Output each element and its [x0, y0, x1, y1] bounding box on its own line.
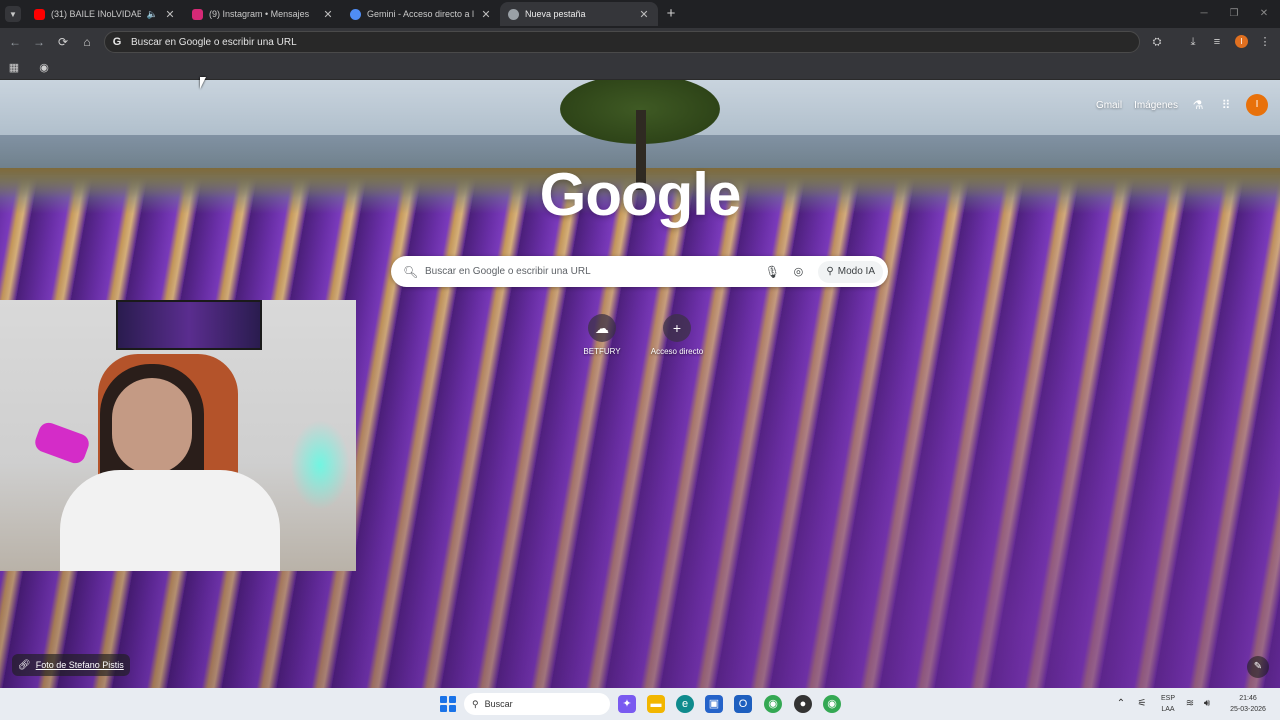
- chrome-icon[interactable]: ◉: [764, 695, 782, 713]
- maximize-icon[interactable]: ❐: [1226, 6, 1242, 22]
- labs-flask-icon[interactable]: ⚗: [1190, 97, 1206, 113]
- tab-gemini[interactable]: Gemini - Acceso directo a la IA ✕: [342, 2, 500, 26]
- webcam-face: [112, 378, 192, 474]
- tray-chevron-icon[interactable]: ⌃: [1114, 695, 1128, 713]
- address-bar[interactable]: G Buscar en Google o escribir una URL: [104, 31, 1140, 53]
- photo-credit-text: Foto de Stefano Pistis: [35, 660, 124, 670]
- chrome-active-icon[interactable]: ◉: [823, 695, 841, 713]
- outlook-icon[interactable]: O: [734, 695, 752, 713]
- volume-icon[interactable]: 🔊︎: [1200, 695, 1214, 713]
- ai-search-icon: ⚲: [826, 266, 834, 277]
- gemini-icon: [350, 8, 361, 20]
- webcam-led-light: [290, 420, 350, 510]
- mouse-cursor: [200, 77, 206, 89]
- apps-grid-icon[interactable]: ▦: [6, 60, 22, 76]
- home-icon[interactable]: ⌂: [78, 33, 96, 51]
- obs-icon[interactable]: ●: [794, 695, 812, 713]
- link-icon: 🔗︎: [18, 659, 31, 671]
- system-clock[interactable]: 21:46 25-03-2026: [1222, 693, 1274, 715]
- language-indicator[interactable]: ESP LAA: [1158, 693, 1178, 715]
- reload-icon[interactable]: ⟳: [54, 33, 72, 51]
- windows-start-icon[interactable]: [440, 696, 456, 712]
- google-g-icon: G: [112, 36, 122, 48]
- gmail-link[interactable]: Gmail: [1096, 100, 1122, 111]
- forward-arrow-icon[interactable]: →: [30, 33, 48, 51]
- copilot-icon[interactable]: ✦: [618, 695, 636, 713]
- clock-date: 25-03-2026: [1230, 706, 1266, 713]
- language-code: ESP: [1160, 695, 1175, 702]
- tab-instagram[interactable]: (9) Instagram • Mensajes ✕: [184, 2, 342, 26]
- close-tab-icon[interactable]: ✕: [322, 8, 334, 21]
- shortcut-betfury[interactable]: ☁ BETFURY: [570, 314, 634, 356]
- more-menu-icon[interactable]: ⋮: [1256, 33, 1274, 51]
- globe-icon[interactable]: ◉: [36, 60, 52, 76]
- windows-taskbar: ⚲ Buscar ✦ ▬ e ▣ O ◉ ● ◉ ⌃ ⚟ ESP LAA ≋ 🔊…: [0, 688, 1280, 720]
- tab-title: Nueva pestaña: [525, 9, 586, 19]
- webcam-shelf: [116, 300, 262, 350]
- tab-search-button[interactable]: ▼: [5, 6, 21, 22]
- speaker-icon[interactable]: 🔈: [147, 9, 158, 20]
- microphone-icon[interactable]: 🎙︎: [764, 265, 780, 279]
- google-lens-icon[interactable]: ◎: [790, 265, 806, 278]
- address-bar-text: Buscar en Google o escribir una URL: [131, 36, 297, 48]
- photo-credit-link[interactable]: 🔗︎ Foto de Stefano Pistis: [12, 654, 130, 676]
- betfury-icon: ☁: [588, 314, 616, 342]
- new-tab-button[interactable]: +: [662, 5, 680, 23]
- instagram-icon: [192, 8, 203, 20]
- ai-mode-button[interactable]: ⚲ Modo IA: [818, 260, 883, 283]
- webcam-microphone: [32, 420, 92, 466]
- language-layout: LAA: [1161, 706, 1175, 713]
- shortcut-label: Acceso directo: [650, 347, 704, 356]
- tab-strip: ▼ (31) BAILE INoLVIDABLE - Yo 🔈 ✕ (9) In…: [0, 0, 1280, 28]
- tab-new-tab[interactable]: Nueva pestaña ✕: [500, 2, 658, 26]
- ai-mode-label: Modo IA: [837, 266, 875, 277]
- profile-avatar[interactable]: I: [1235, 35, 1248, 48]
- file-explorer-icon[interactable]: ▬: [647, 695, 665, 713]
- close-tab-icon[interactable]: ✕: [638, 8, 650, 21]
- search-icon: 🔍︎: [403, 264, 419, 279]
- search-icon: ⚲: [472, 698, 479, 709]
- tab-title: Gemini - Acceso directo a la IA: [367, 9, 474, 19]
- images-link[interactable]: Imágenes: [1134, 100, 1178, 111]
- account-avatar[interactable]: I: [1246, 94, 1268, 116]
- shortcut-add[interactable]: + Acceso directo: [645, 314, 709, 356]
- shortcut-label: BETFURY: [583, 347, 621, 356]
- google-apps-icon[interactable]: ⠿: [1218, 97, 1234, 113]
- incognito-icon[interactable]: ⛭: [1148, 33, 1166, 51]
- taskbar-search-label: Buscar: [484, 699, 513, 709]
- taskbar-search[interactable]: ⚲ Buscar: [464, 693, 610, 715]
- close-tab-icon[interactable]: ✕: [164, 8, 176, 21]
- google-logo: Google: [539, 161, 742, 228]
- plus-icon: +: [663, 314, 691, 342]
- store-icon[interactable]: ▣: [705, 695, 723, 713]
- edge-icon[interactable]: e: [676, 695, 694, 713]
- customize-pencil-icon[interactable]: ✎: [1247, 656, 1269, 678]
- ntp-top-links: Gmail Imágenes ⚗ ⠿ I: [1096, 94, 1268, 116]
- tab-title: (31) BAILE INoLVIDABLE - Yo: [51, 9, 141, 19]
- bookmarks-bar: ▦ ◉: [0, 56, 1280, 80]
- search-placeholder: Buscar en Google o escribir una URL: [425, 266, 591, 277]
- tab-youtube[interactable]: (31) BAILE INoLVIDABLE - Yo 🔈 ✕: [26, 2, 184, 26]
- close-tab-icon[interactable]: ✕: [480, 8, 492, 21]
- ntp-search-box[interactable]: 🔍︎ Buscar en Google o escribir una URL 🎙…: [391, 256, 888, 287]
- reading-list-icon[interactable]: ≡: [1208, 33, 1226, 51]
- webcam-overlay: [0, 300, 356, 571]
- webcam-shirt: [60, 470, 280, 571]
- download-icon[interactable]: ⤓: [1184, 33, 1202, 51]
- clock-time: 21:46: [1239, 695, 1257, 702]
- tray-network-icon[interactable]: ⚟: [1134, 695, 1150, 713]
- chrome-newtab-icon: [508, 8, 519, 20]
- tab-title: (9) Instagram • Mensajes: [209, 9, 310, 19]
- close-window-icon[interactable]: ✕: [1256, 6, 1272, 22]
- back-arrow-icon[interactable]: ←: [6, 33, 24, 51]
- youtube-icon: [34, 8, 45, 20]
- wifi-icon[interactable]: ≋: [1184, 695, 1196, 713]
- minimize-icon[interactable]: ─: [1196, 6, 1212, 22]
- browser-toolbar: ← → ⟳ ⌂ G Buscar en Google o escribir un…: [0, 28, 1280, 56]
